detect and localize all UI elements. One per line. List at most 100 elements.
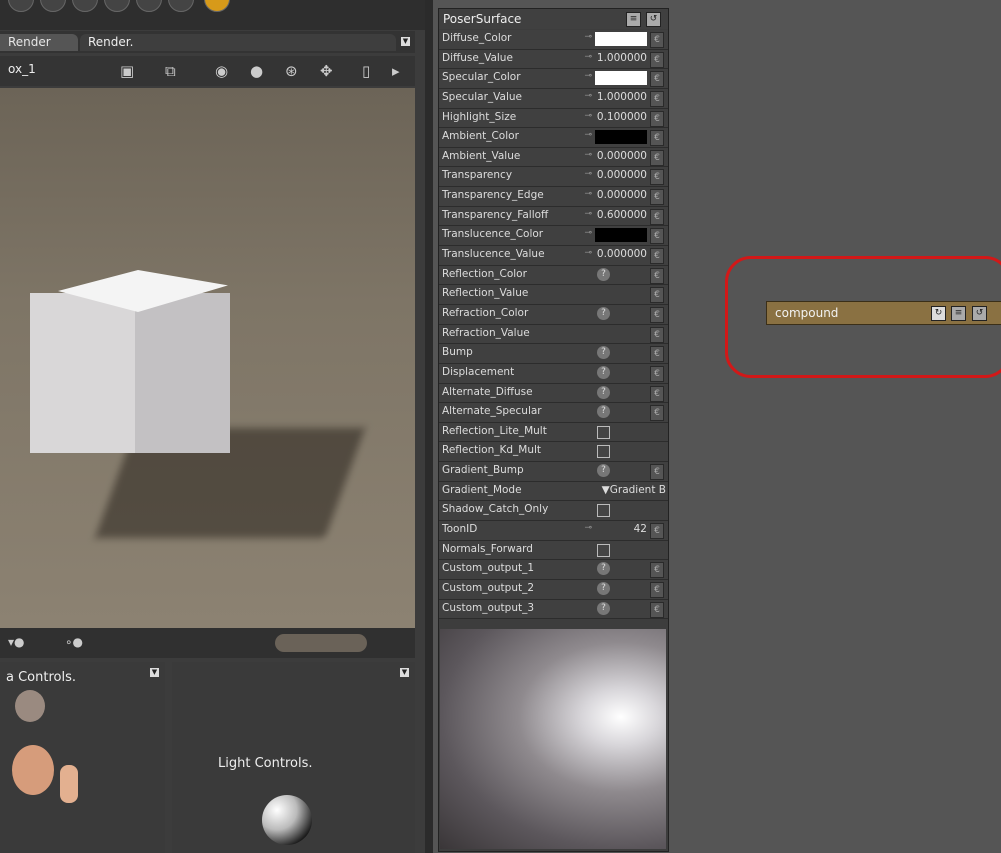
node-input-row[interactable]: Reflection_Value € bbox=[439, 285, 668, 305]
node-input-row[interactable]: Transparency ⊸ 0.000000 € bbox=[439, 167, 668, 188]
link-icon[interactable]: ⊸ bbox=[584, 169, 592, 179]
light-ball-icon[interactable] bbox=[204, 0, 230, 12]
node-input-row[interactable]: Shadow_Catch_Only bbox=[439, 501, 668, 522]
node-input-row[interactable]: Transparency_Falloff ⊸ 0.600000 € bbox=[439, 206, 668, 227]
input-plug-icon[interactable]: € bbox=[650, 601, 664, 618]
collapse-icon[interactable]: ↺ bbox=[646, 12, 661, 27]
node-input-row[interactable]: Ambient_Color ⊸ € bbox=[439, 128, 668, 148]
link-icon[interactable]: ⊸ bbox=[584, 130, 592, 140]
node-input-row[interactable]: Diffuse_Color ⊸ € bbox=[439, 30, 668, 50]
input-plug-icon[interactable]: € bbox=[650, 149, 664, 166]
sphere-icon[interactable]: ● bbox=[250, 62, 263, 80]
link-icon[interactable]: ⊸ bbox=[584, 209, 592, 219]
node-input-row[interactable]: Highlight_Size ⊸ 0.100000 € bbox=[439, 108, 668, 129]
checkbox[interactable] bbox=[597, 504, 610, 518]
node-input-row[interactable]: Custom_output_3? € bbox=[439, 599, 668, 620]
link-icon[interactable]: ⊸ bbox=[584, 150, 592, 160]
link-icon[interactable]: ⊸ bbox=[584, 91, 592, 101]
link-icon[interactable]: ⊸ bbox=[584, 189, 592, 199]
ball-icon[interactable] bbox=[8, 0, 34, 12]
input-plug-icon[interactable]: € bbox=[650, 581, 664, 598]
node-input-row[interactable]: Translucence_Color ⊸ € bbox=[439, 226, 668, 247]
panel-menu-arrow-icon[interactable]: ▼ bbox=[400, 668, 409, 677]
head-icon[interactable] bbox=[15, 690, 45, 722]
input-plug-icon[interactable]: € bbox=[650, 130, 664, 147]
node-input-row[interactable]: Bump? € bbox=[439, 344, 668, 364]
pane-divider[interactable] bbox=[425, 0, 433, 853]
balls-icon[interactable]: ∘● bbox=[65, 635, 83, 649]
link-icon[interactable]: ⊸ bbox=[584, 228, 592, 238]
node-input-row[interactable]: Reflection_Color? € bbox=[439, 265, 668, 286]
input-value[interactable]: 1.000000 bbox=[597, 91, 647, 103]
input-plug-icon[interactable]: € bbox=[650, 228, 664, 245]
input-value[interactable]: 1.000000 bbox=[597, 52, 647, 64]
tab-menu-arrow-icon[interactable]: ▼ bbox=[401, 37, 410, 46]
ball-icon[interactable] bbox=[136, 0, 162, 12]
link-icon[interactable]: ⊸ bbox=[584, 32, 592, 42]
node-input-row[interactable]: Ambient_Value ⊸ 0.000000 € bbox=[439, 147, 668, 168]
input-value[interactable]: 0.600000 bbox=[597, 209, 647, 221]
help-icon[interactable]: ? bbox=[597, 267, 610, 281]
link-icon[interactable]: ⊸ bbox=[584, 52, 592, 62]
help-icon[interactable]: ? bbox=[597, 581, 610, 595]
input-plug-icon[interactable]: € bbox=[650, 287, 664, 304]
node-input-row[interactable]: Reflection_Kd_Mult bbox=[439, 442, 668, 463]
link-icon[interactable]: ⊸ bbox=[584, 111, 592, 121]
ball-icon[interactable] bbox=[104, 0, 130, 12]
cube-side-face[interactable] bbox=[135, 293, 230, 453]
input-plug-icon[interactable]: € bbox=[650, 189, 664, 206]
input-plug-icon[interactable]: € bbox=[650, 32, 664, 48]
node-input-row[interactable]: ToonID ⊸ 42 € bbox=[439, 521, 668, 541]
input-plug-icon[interactable]: € bbox=[650, 169, 664, 186]
input-plug-icon[interactable]: € bbox=[650, 346, 664, 363]
node-input-row[interactable]: Custom_output_2? € bbox=[439, 579, 668, 600]
color-swatch[interactable] bbox=[595, 228, 647, 243]
poser-surface-node[interactable]: PoserSurface ≡ ↺ Diffuse_Color ⊸ € Diffuse_… bbox=[438, 8, 669, 852]
help-icon[interactable]: ? bbox=[597, 464, 610, 478]
node-input-row[interactable]: Custom_output_1? € bbox=[439, 560, 668, 580]
checkbox[interactable] bbox=[597, 425, 610, 439]
help-icon[interactable]: ? bbox=[597, 346, 610, 360]
globe-icon[interactable]: ⊛ bbox=[285, 62, 298, 80]
light-sphere-control[interactable] bbox=[262, 795, 312, 845]
input-value[interactable]: 0.000000 bbox=[597, 248, 647, 260]
node-input-row[interactable]: Reflection_Lite_Mult bbox=[439, 422, 668, 443]
node-input-row[interactable]: Specular_Color ⊸ € bbox=[439, 69, 668, 89]
link-icon[interactable]: ⊸ bbox=[584, 71, 592, 81]
panel-menu-arrow-icon[interactable]: ▼ bbox=[150, 668, 159, 677]
node-input-row[interactable]: Gradient_Bump? € bbox=[439, 462, 668, 482]
input-plug-icon[interactable]: € bbox=[650, 248, 664, 265]
input-plug-icon[interactable]: € bbox=[650, 71, 664, 88]
eye-icon[interactable]: ◉ bbox=[215, 62, 228, 80]
ball-icon[interactable] bbox=[168, 0, 194, 12]
input-plug-icon[interactable]: € bbox=[650, 90, 664, 107]
input-plug-icon[interactable]: € bbox=[650, 464, 664, 481]
node-header[interactable]: PoserSurface ≡ ↺ bbox=[439, 9, 668, 29]
help-icon[interactable]: ? bbox=[597, 306, 610, 320]
node-input-row[interactable]: Refraction_Color? € bbox=[439, 304, 668, 325]
input-plug-icon[interactable]: € bbox=[650, 306, 664, 323]
node-input-row[interactable]: Translucence_Value ⊸ 0.000000 € bbox=[439, 246, 668, 266]
input-plug-icon[interactable]: € bbox=[650, 385, 664, 402]
node-input-row[interactable]: Alternate_Diffuse? € bbox=[439, 383, 668, 404]
input-value[interactable]: 0.100000 bbox=[597, 111, 647, 123]
input-value[interactable]: 0.000000 bbox=[597, 169, 647, 181]
input-plug-icon[interactable]: € bbox=[650, 523, 664, 540]
input-plug-icon[interactable]: € bbox=[650, 326, 664, 343]
color-swatch[interactable] bbox=[595, 130, 647, 145]
cube-front-face[interactable] bbox=[30, 293, 138, 453]
input-plug-icon[interactable]: € bbox=[650, 405, 664, 422]
hand-camera-icon[interactable] bbox=[60, 765, 78, 803]
options-icon[interactable]: ≡ bbox=[951, 306, 966, 321]
head-camera-icon[interactable] bbox=[12, 745, 54, 795]
ball-icon[interactable] bbox=[40, 0, 66, 12]
input-plug-icon[interactable]: € bbox=[650, 208, 664, 225]
camera-alt-icon[interactable]: ⧉ bbox=[165, 62, 176, 80]
options-icon[interactable]: ≡ bbox=[626, 12, 641, 27]
input-value[interactable]: 0.000000 bbox=[597, 150, 647, 162]
color-swatch[interactable] bbox=[595, 32, 647, 46]
refresh-icon[interactable]: ↻ bbox=[931, 306, 946, 321]
tab-render[interactable]: Render bbox=[0, 34, 78, 51]
collapse-icon[interactable]: ↺ bbox=[972, 306, 987, 321]
input-plug-icon[interactable]: € bbox=[650, 110, 664, 127]
